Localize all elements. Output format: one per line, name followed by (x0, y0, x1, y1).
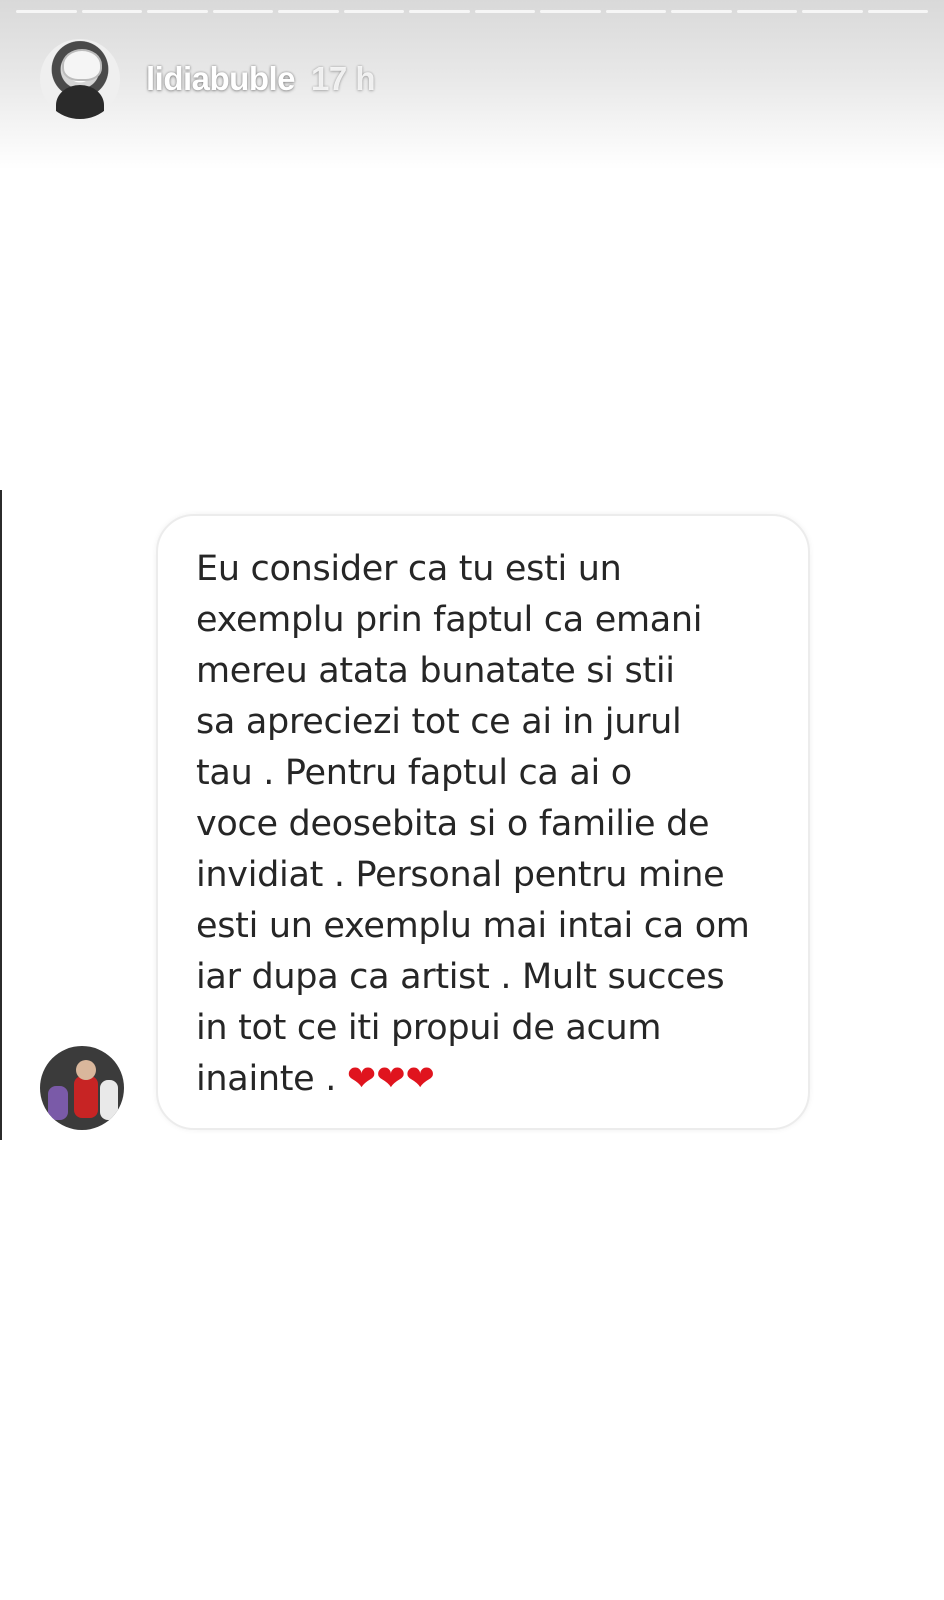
progress-segment (736, 10, 797, 13)
sender-avatar-icon (40, 1046, 124, 1130)
story-header: lidiabuble 17 h (40, 38, 376, 120)
image-edge-line (0, 490, 2, 1140)
story-timestamp: 17 h (311, 60, 376, 97)
message-bubble: Eu consider ca tu esti un exemplu prin f… (156, 514, 810, 1130)
progress-segment (278, 10, 339, 13)
progress-segment (802, 10, 863, 13)
profile-avatar-icon[interactable] (40, 39, 120, 119)
progress-segment (605, 10, 666, 13)
progress-segment (867, 10, 928, 13)
progress-segment (671, 10, 732, 13)
progress-segment (147, 10, 208, 13)
avatar-figure-left (48, 1086, 68, 1120)
progress-segment (81, 10, 142, 13)
progress-segment (409, 10, 470, 13)
message-body: Eu consider ca tu esti un exemplu prin f… (196, 549, 750, 1099)
heart-icon: ❤❤❤ (346, 1059, 435, 1099)
username-label[interactable]: lidiabuble (146, 60, 296, 98)
story-view: lidiabuble 17 h Eu consider ca tu esti u… (0, 0, 944, 1600)
progress-segment (474, 10, 535, 13)
progress-segment (16, 10, 77, 13)
progress-segment (343, 10, 404, 13)
avatar-figure-head (76, 1060, 96, 1080)
progress-segment (212, 10, 273, 13)
message-text: Eu consider ca tu esti un exemplu prin f… (196, 544, 796, 1105)
avatar-hair-shape (62, 49, 102, 81)
story-progress-bar (16, 10, 928, 15)
avatar-figure-right (100, 1080, 118, 1120)
avatar-body-shape (56, 85, 104, 119)
progress-segment (540, 10, 601, 13)
avatar-figure-center (74, 1076, 98, 1118)
